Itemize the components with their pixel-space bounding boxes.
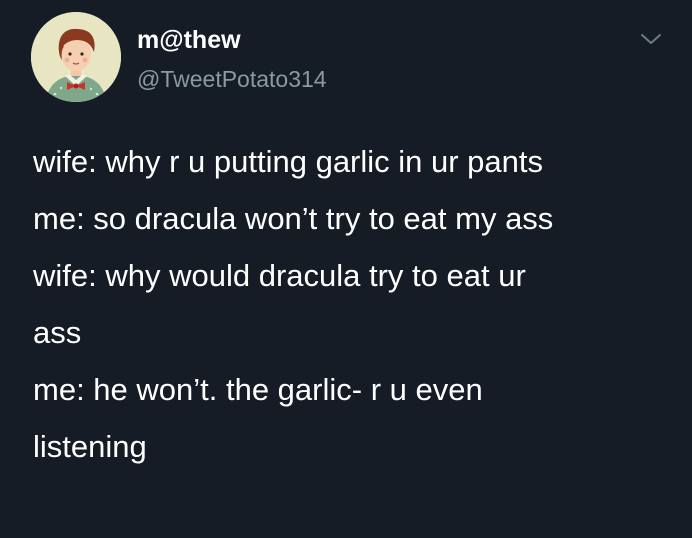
tweet-text-line: ass [33,315,82,350]
tweet-text-line: wife: why r u putting garlic in ur pants [33,144,544,179]
avatar-illustration-icon [31,12,121,102]
tweet-text-line: me: he won’t. the garlic- r u even [33,372,483,407]
tweet-text-line: listening [33,429,147,464]
display-name[interactable]: m@thew [137,28,241,53]
tweet-text: wife: why r u putting garlic in ur pants… [33,133,663,475]
avatar[interactable] [31,12,121,102]
chevron-down-icon[interactable] [638,30,664,48]
tweet-text-line: wife: why would dracula try to eat ur [33,258,526,293]
tweet-text-line: me: so dracula won’t try to eat my ass [33,201,554,236]
user-handle[interactable]: @TweetPotato314 [137,68,327,91]
tweet-card: m@thew @TweetPotato314 wife: why r u put… [0,0,692,538]
